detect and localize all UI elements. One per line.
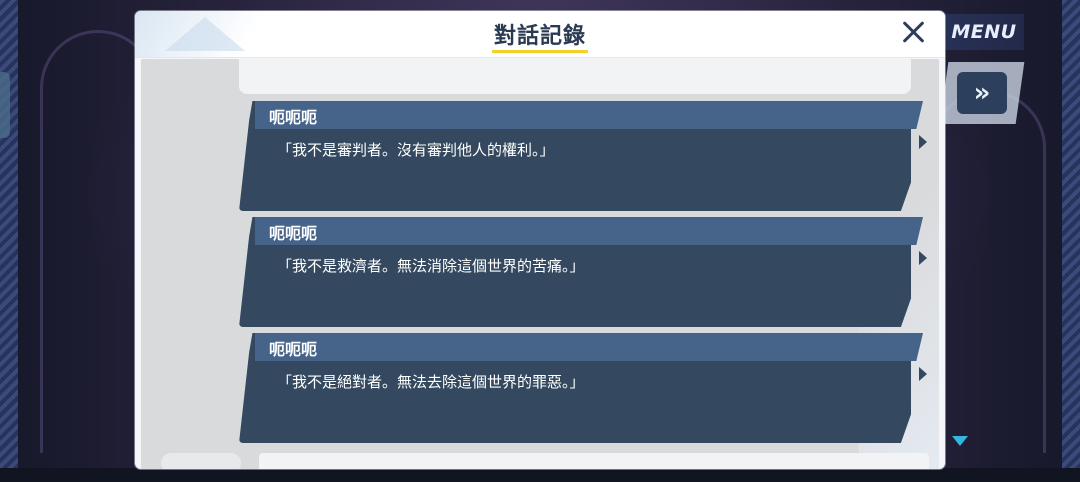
title-underline: [492, 50, 588, 53]
close-icon[interactable]: [899, 17, 929, 47]
entry-header: [255, 333, 923, 361]
side-tab[interactable]: [0, 72, 10, 138]
dialog-header: 對話記錄: [135, 11, 945, 58]
scroll-down-icon[interactable]: [952, 436, 968, 446]
next-entry: [259, 453, 929, 469]
log-entry[interactable]: 呃呃呃 「我不是救濟者。無法消除這個世界的苦痛。」: [239, 217, 927, 327]
right-border-stripe: [1062, 0, 1080, 482]
dialogue-line: 「我不是絕對者。無法去除這個世界的罪惡。」: [277, 373, 585, 391]
entry-arrow-icon: [919, 367, 927, 381]
previous-entry: [239, 59, 911, 94]
log-scroll-area[interactable]: 呃呃呃 「我不是審判者。沒有審判他人的權利。」 呃呃呃 「我不是救濟者。無法消除…: [141, 59, 939, 469]
fast-forward-icon: »: [973, 78, 991, 108]
dialogue-line: 「我不是審判者。沒有審判他人的權利。」: [277, 141, 555, 159]
speaker-name: 呃呃呃: [269, 224, 318, 243]
speaker-name: 呃呃呃: [269, 340, 318, 359]
next-entry-tag: [161, 453, 241, 469]
log-entry[interactable]: 呃呃呃 「我不是審判者。沒有審判他人的權利。」: [239, 101, 927, 211]
menu-button[interactable]: MENU: [944, 14, 1024, 50]
skip-button[interactable]: »: [957, 72, 1007, 114]
speaker-name: 呃呃呃: [269, 108, 318, 127]
entry-header: [255, 217, 923, 245]
dialogue-line: 「我不是救濟者。無法消除這個世界的苦痛。」: [277, 257, 585, 275]
background-window-arch: [930, 90, 1046, 453]
dialogue-log-dialog: 對話記錄 呃呃呃 「我不是審判者。沒有審判他人的權利。」 呃呃呃 「我不是救濟者…: [135, 11, 945, 469]
entry-arrow-icon: [919, 251, 927, 265]
entry-header: [255, 101, 923, 129]
dialog-title: 對話記錄: [493, 24, 586, 49]
bottom-edge: [0, 468, 1080, 482]
entry-arrow-icon: [919, 135, 927, 149]
log-entry[interactable]: 呃呃呃 「我不是絕對者。無法去除這個世界的罪惡。」: [239, 333, 927, 443]
